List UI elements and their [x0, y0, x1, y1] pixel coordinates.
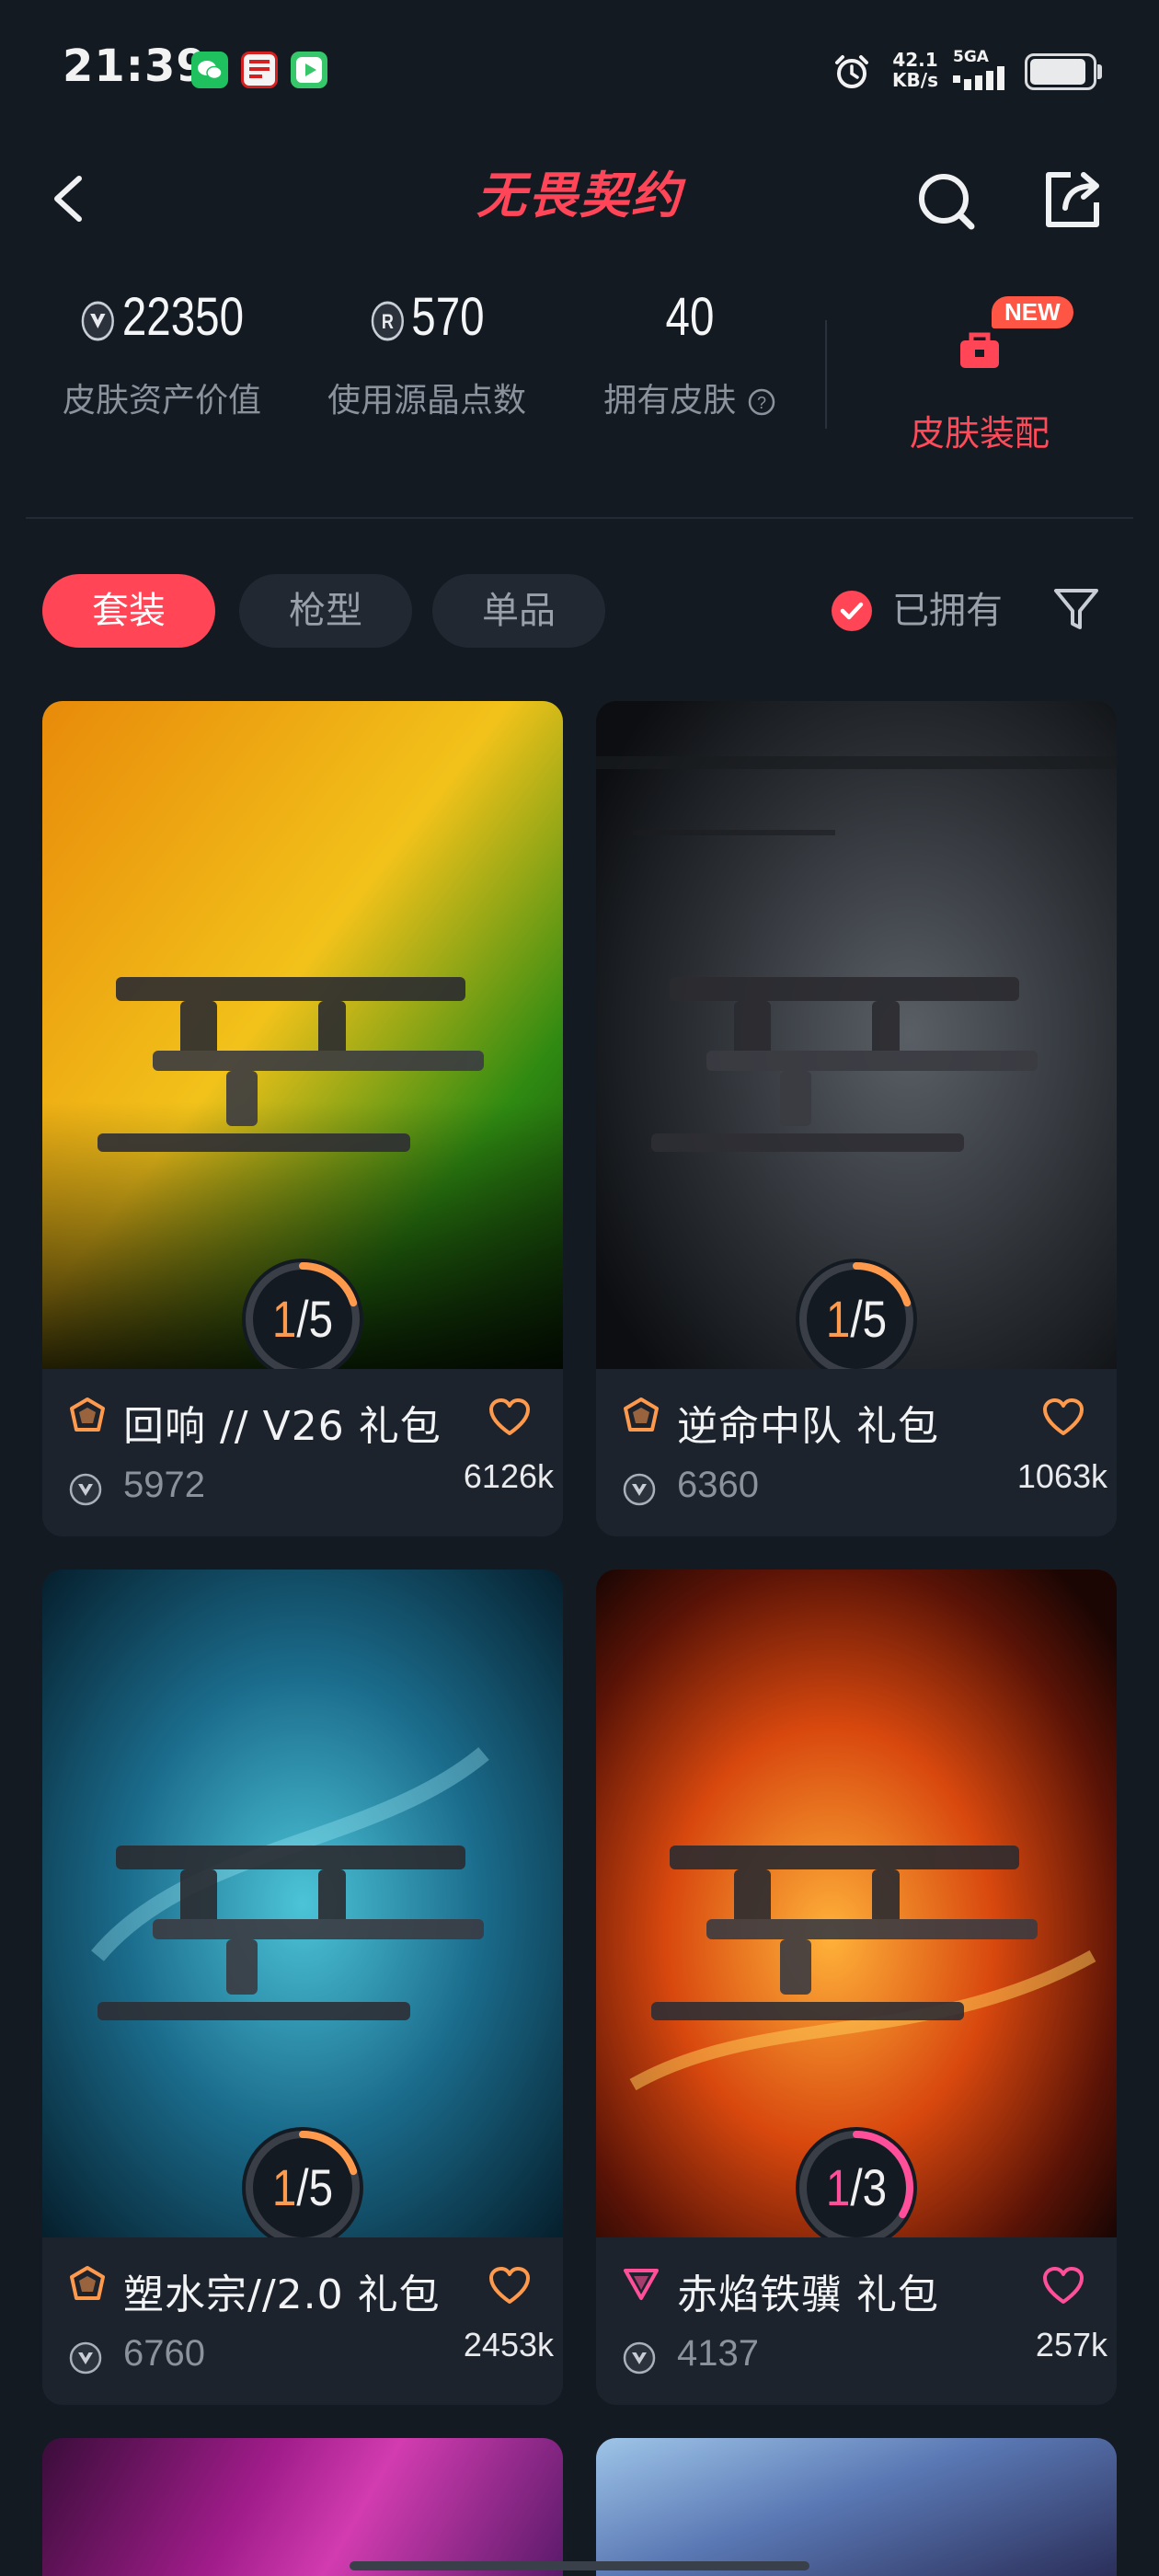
heart-icon[interactable] — [488, 1397, 532, 1437]
progress-label: 1/5 — [271, 2158, 334, 2216]
progress-label: 1/3 — [825, 2158, 888, 2216]
collection-progress: 1/5 — [238, 1255, 367, 1384]
status-time: 21:39 — [63, 40, 208, 92]
alarm-icon — [832, 52, 872, 96]
card-footer: 逆命中队 礼包 6360 1063k — [596, 1369, 1117, 1536]
signal-icon — [953, 66, 1014, 96]
bundle-title: 塑水宗//2.0 礼包 — [123, 2271, 441, 2318]
status-bar: 21:39 42.1 KB/s 5GA — [0, 0, 1159, 138]
skin-outfit-label: 皮肤装配 — [909, 413, 1050, 454]
bundle-card-partial[interactable] — [596, 2438, 1117, 2576]
search-button[interactable] — [911, 166, 981, 236]
heart-icon[interactable] — [1041, 1397, 1085, 1437]
wechat-notification-icon — [191, 52, 228, 88]
stats-divider — [825, 320, 827, 429]
progress-label: 1/5 — [825, 1290, 888, 1348]
bundle-owner-count: 257k — [1035, 2326, 1107, 2363]
bundle-card[interactable]: 1/5 逆命中队 礼包 6360 1063k — [596, 701, 1117, 1536]
tab-bundle[interactable]: 套装 — [42, 574, 215, 648]
bundle-card[interactable]: 1/5 回响 // V26 礼包 5972 6126k — [42, 701, 563, 1536]
valorant-points-icon — [69, 1473, 102, 1506]
filter-button[interactable] — [1049, 581, 1104, 637]
help-icon[interactable]: ? — [747, 387, 776, 417]
network-speed: 42.1 KB/s — [892, 49, 938, 91]
checkbox-checked-icon[interactable] — [832, 591, 872, 631]
back-button[interactable] — [40, 166, 105, 230]
bundle-title: 赤焰铁骥 礼包 — [677, 2271, 939, 2318]
bundle-owner-count: 1063k — [1016, 1457, 1107, 1495]
svg-text:R: R — [382, 311, 394, 333]
share-button[interactable] — [1038, 164, 1107, 234]
tab-single-item[interactable]: 单品 — [432, 574, 605, 648]
valorant-points-icon — [623, 1473, 656, 1506]
card-footer: 回响 // V26 礼包 5972 6126k — [42, 1369, 563, 1536]
radianite-icon: R — [371, 301, 404, 341]
section-divider — [26, 517, 1133, 519]
bundle-price: 6360 — [677, 1465, 759, 1505]
battery-tip — [1097, 64, 1102, 79]
owned-filter-label: 已拥有 — [892, 590, 1003, 632]
bundle-card[interactable]: 1/3 赤焰铁骥 礼包 4137 257k — [596, 1570, 1117, 2405]
valorant-points-icon — [623, 2341, 656, 2375]
radianite-value: R 570 — [337, 285, 518, 350]
owned-skins-label: 拥有皮肤 ? — [589, 374, 791, 421]
home-indicator — [350, 2561, 809, 2570]
exclusive-icon — [624, 2269, 659, 2300]
tab-weapon-type[interactable]: 枪型 — [239, 574, 412, 648]
owned-skins-value: 40 — [665, 287, 715, 347]
bundle-owner-count: 6126k — [463, 1457, 554, 1495]
valorant-points-icon — [69, 2341, 102, 2375]
card-footer: 塑水宗//2.0 礼包 6760 2453k — [42, 2237, 563, 2405]
bundle-title: 回响 // V26 礼包 — [123, 1403, 442, 1450]
bundle-owner-count: 2453k — [463, 2326, 554, 2363]
bundle-price: 6760 — [123, 2333, 205, 2374]
network-type: 5GA — [953, 48, 989, 66]
battery-icon — [1025, 53, 1096, 90]
new-badge: NEW — [992, 296, 1073, 328]
radianite-label: 使用源晶点数 — [327, 382, 526, 420]
skin-outfit-button[interactable]: NEW 皮肤装配 — [883, 285, 1076, 460]
chevron-left-icon — [54, 176, 82, 222]
progress-label: 1/5 — [271, 1290, 334, 1348]
wardrobe-icon — [960, 332, 999, 368]
card-footer: 赤焰铁骥 礼包 4137 257k — [596, 2237, 1117, 2405]
header: 无畏契约 — [0, 147, 1159, 248]
app-logo: 无畏契约 — [476, 167, 683, 224]
bundle-price: 4137 — [677, 2333, 759, 2374]
premium-icon — [70, 1397, 105, 1432]
premium-icon — [624, 1397, 659, 1432]
premium-icon — [70, 2266, 105, 2300]
battery-level — [1030, 59, 1086, 85]
funnel-icon — [1054, 589, 1098, 629]
news-notification-icon — [241, 52, 278, 88]
filter-bar: 套装 枪型 单品 已拥有 — [0, 570, 1159, 650]
heart-icon[interactable] — [1041, 2265, 1085, 2306]
share-icon — [1046, 172, 1099, 227]
bundle-price: 5972 — [123, 1465, 205, 1505]
asset-value-stat: 22350 皮肤资产价值 — [52, 285, 272, 421]
radianite-stat: R 570 使用源晶点数 — [316, 285, 537, 421]
bundle-card-partial[interactable] — [42, 2438, 563, 2576]
heart-icon[interactable] — [488, 2265, 532, 2306]
asset-value-label: 皮肤资产价值 — [62, 382, 261, 420]
owned-skins-stat: 40 拥有皮肤 ? — [589, 285, 791, 421]
stats-panel: 22350 皮肤资产价值 R 570 使用源晶点数 40 拥有皮肤 ? NEW — [0, 285, 1159, 469]
bundle-card[interactable]: 1/5 塑水宗//2.0 礼包 6760 2453k — [42, 1570, 563, 2405]
bundle-title: 逆命中队 礼包 — [677, 1403, 939, 1450]
search-icon — [919, 174, 975, 230]
asset-value: 22350 — [72, 285, 253, 350]
collection-progress: 1/5 — [238, 2123, 367, 2252]
collection-progress: 1/3 — [792, 2123, 921, 2252]
video-notification-icon — [291, 52, 327, 88]
svg-text:?: ? — [757, 394, 766, 412]
valorant-points-icon — [81, 301, 115, 341]
collection-progress: 1/5 — [792, 1255, 921, 1384]
